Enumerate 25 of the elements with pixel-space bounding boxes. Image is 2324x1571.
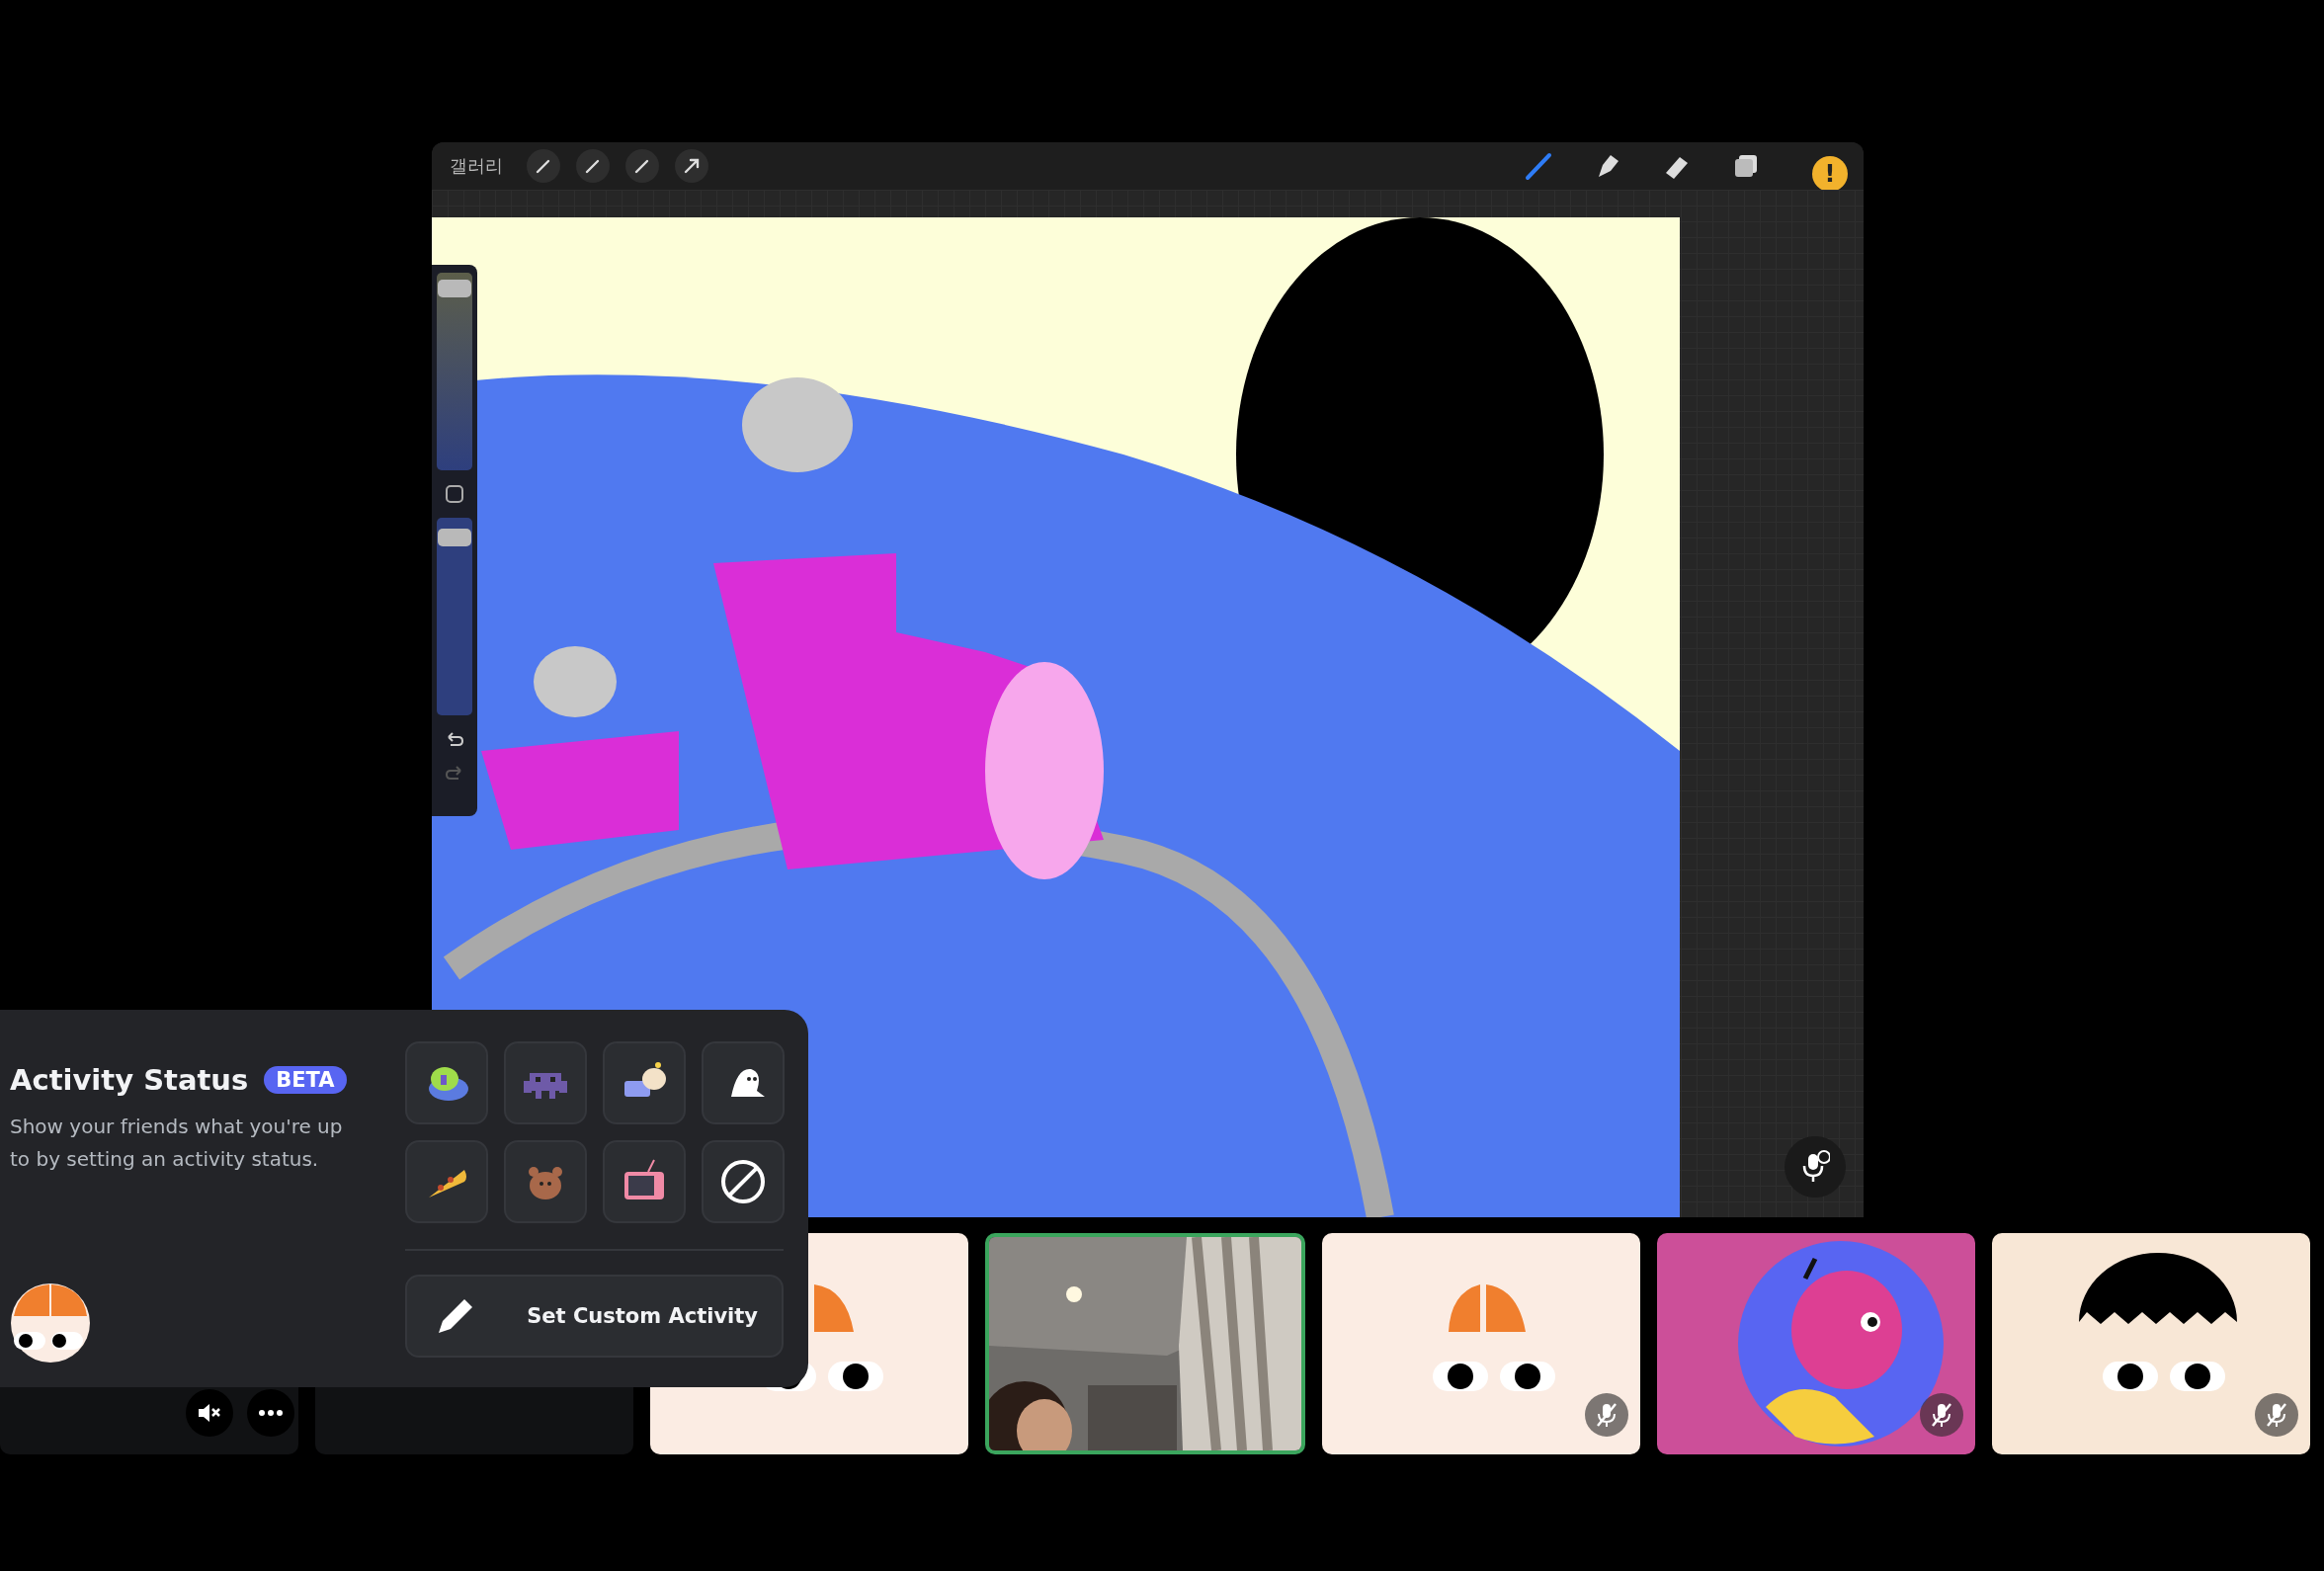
undo-icon[interactable] (445, 729, 464, 749)
activity-option[interactable] (405, 1140, 488, 1223)
square-icon[interactable] (445, 484, 464, 504)
warning-badge: ! (1812, 156, 1848, 192)
more-icon[interactable] (247, 1389, 294, 1437)
activity-option[interactable] (405, 1041, 488, 1124)
no-sign-icon (720, 1159, 766, 1204)
speaker-muted-icon[interactable] (186, 1389, 233, 1437)
participant-tile[interactable] (1322, 1233, 1640, 1454)
panel-description: Show your friends what you're up to by setting an activity status. (10, 1114, 344, 1173)
slider-thumb[interactable] (438, 280, 471, 298)
set-custom-activity-button[interactable]: Set Custom Activity (405, 1275, 784, 1358)
beta-badge: BETA (264, 1066, 347, 1094)
slider-thumb[interactable] (438, 528, 471, 546)
activity-option[interactable] (603, 1140, 686, 1223)
brush-icon[interactable] (1524, 151, 1553, 181)
activity-option[interactable] (603, 1041, 686, 1124)
participant-tile[interactable] (1992, 1233, 2310, 1454)
panel-title: Activity Status (10, 1063, 249, 1097)
participant-tile[interactable] (1657, 1233, 1975, 1454)
opacity-slider[interactable] (437, 518, 472, 715)
activity-option[interactable] (702, 1140, 785, 1223)
brush-size-slider[interactable] (437, 273, 472, 470)
activity-option[interactable] (702, 1041, 785, 1124)
gallery-link[interactable]: 갤러리 (450, 154, 503, 178)
